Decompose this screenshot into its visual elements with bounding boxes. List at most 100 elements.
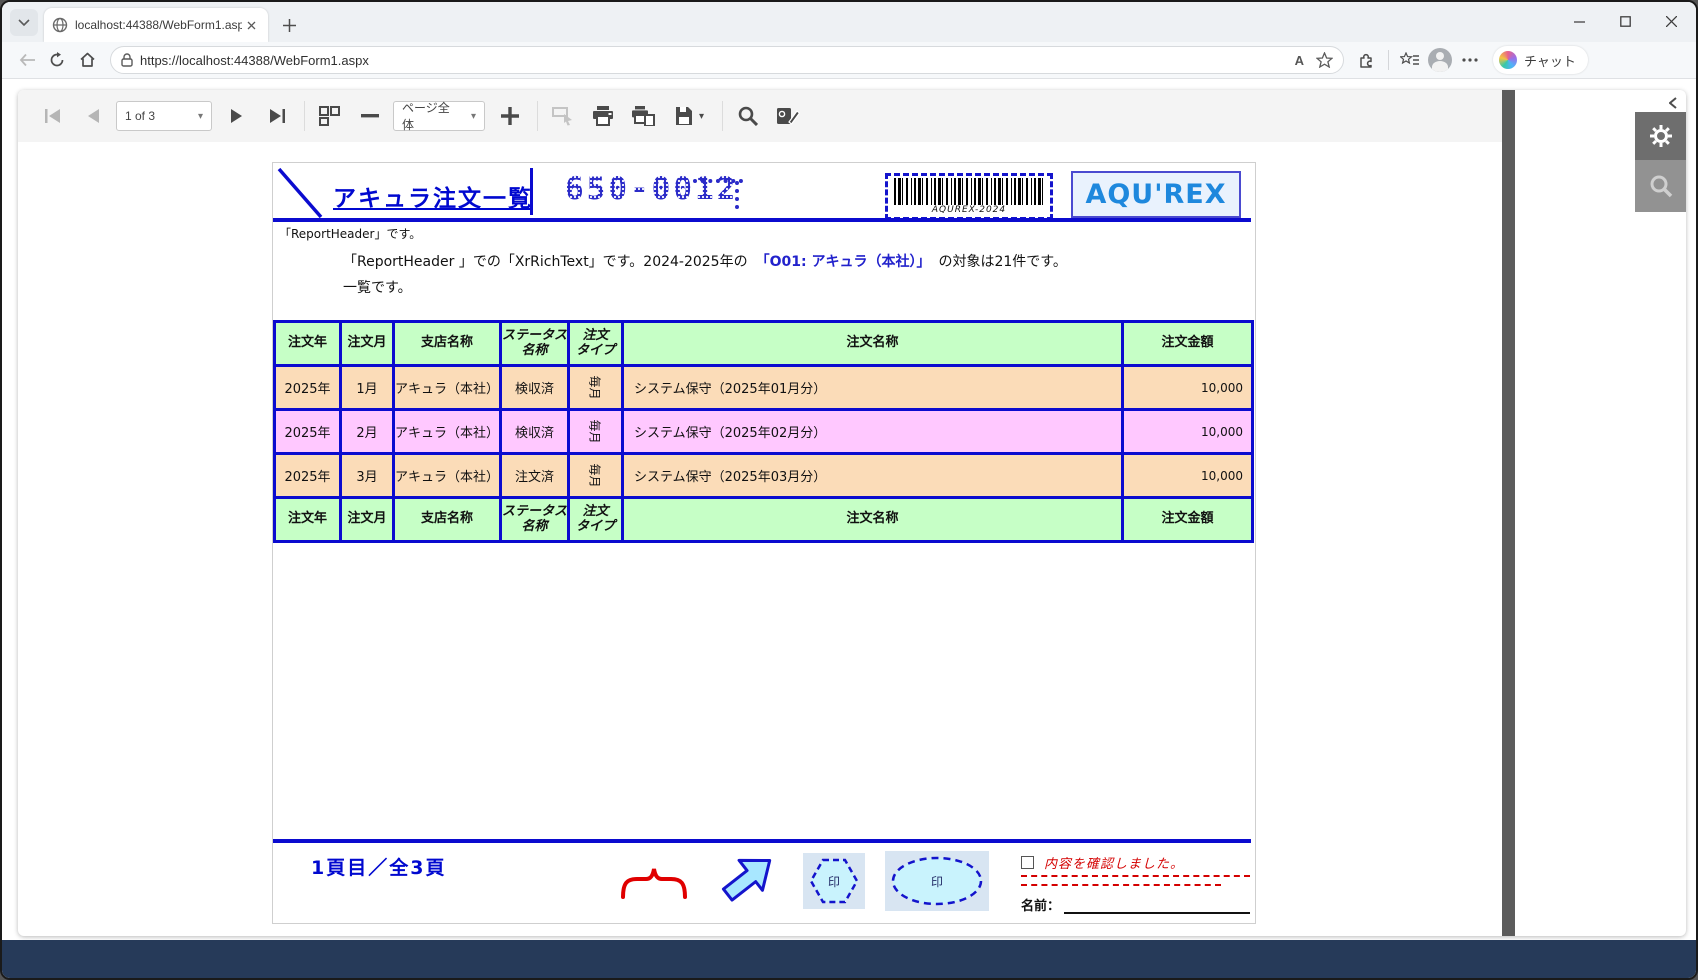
col-header-month: 注文月 [341, 322, 394, 366]
first-page-button[interactable] [36, 99, 70, 133]
confirmation-block: 内容を確認しました。 名前： [1021, 853, 1250, 914]
cell-year: 2025年 [275, 366, 341, 410]
stamp-label: 印 [931, 875, 943, 889]
minimize-button[interactable] [1556, 2, 1602, 40]
rich-text-post: の対象は21件です。 [938, 254, 1066, 270]
chevron-left-icon [1669, 97, 1677, 109]
report-title: アキュラ注文一覧 [333, 179, 533, 213]
address-bar[interactable]: https://localhost:44388/WebForm1.aspx A [110, 46, 1344, 74]
copilot-button[interactable]: チャット [1493, 46, 1588, 74]
extensions-button[interactable] [1352, 45, 1382, 75]
page-select[interactable]: 1 of 3 ▾ [116, 101, 212, 131]
name-label: 名前： [1021, 895, 1060, 914]
cell-amount: 10,000 [1123, 454, 1253, 498]
orders-table: 注文年 注文月 支店名称 ステータス 名称 注文 タイプ 注文名称 注文金額 2… [273, 320, 1254, 543]
maximize-icon [1620, 16, 1631, 27]
col-header-name: 注文名称 [623, 322, 1123, 366]
browser-tab[interactable]: localhost:44388/WebForm1.aspx [44, 8, 268, 42]
next-page-icon [230, 108, 244, 124]
brace-shape [618, 863, 690, 901]
tab-search-panel[interactable] [1635, 160, 1686, 212]
gear-icon [1649, 124, 1673, 148]
zoom-select[interactable]: ページ全体 ▾ [393, 101, 485, 131]
home-button[interactable] [72, 45, 102, 75]
copilot-label: チャット [1524, 51, 1576, 70]
dotted-line-vertical [735, 181, 739, 209]
star-list-icon [1400, 52, 1420, 68]
favorites-button[interactable] [1395, 45, 1425, 75]
checkbox [1021, 856, 1034, 869]
cell-type: 毎月 [569, 366, 623, 410]
tab-search-button[interactable] [10, 9, 38, 36]
zoom-out-button[interactable] [353, 99, 387, 133]
col-header-year: 注文年 [275, 498, 341, 542]
previous-page-button[interactable] [76, 99, 110, 133]
read-aloud-button[interactable]: A [1295, 53, 1304, 68]
cell-type: 毎月 [569, 454, 623, 498]
confirm-text: 内容を確認しました。 [1044, 853, 1184, 872]
hexagon-stamp-panel: 印 [803, 853, 865, 909]
diagonal-line-shape [275, 165, 325, 221]
profile-button[interactable] [1425, 45, 1455, 75]
col-header-status: ステータス 名称 [501, 498, 569, 542]
ellipse-stamp-panel: 印 [885, 851, 989, 911]
barcode: AQUREX-2024 [885, 173, 1053, 220]
col-header-branch: 支店名称 [394, 498, 501, 542]
globe-icon [52, 17, 68, 33]
chevron-down-icon [18, 19, 30, 27]
browser-navbar: https://localhost:44388/WebForm1.aspx A [2, 42, 1696, 79]
favorite-star-icon[interactable] [1316, 52, 1333, 68]
cell-branch: アキュラ（本社） [394, 410, 501, 454]
editing-fields-button[interactable] [771, 99, 805, 133]
rich-text-pre: 「ReportHeader 」での「XrRichText」です。2024-202… [343, 254, 748, 270]
zoom-in-button[interactable] [493, 99, 527, 133]
rich-text-highlight: 「O01: アキュラ（本社）」 [756, 254, 931, 270]
barcode-bars [894, 178, 1044, 205]
print-button[interactable] [586, 99, 620, 133]
company-logo: AQU'REX [1071, 171, 1241, 218]
close-window-button[interactable] [1648, 2, 1694, 40]
cell-name: システム保守（2025年02月分） [623, 410, 1123, 454]
arrow-shape [713, 846, 781, 908]
table-footer-header-row: 注文年 注文月 支店名称 ステータス 名称 注文 タイプ 注文名称 注文金額 [275, 498, 1253, 542]
cell-year: 2025年 [275, 454, 341, 498]
page-bottom-band [2, 940, 1696, 978]
more-menu-button[interactable] [1455, 45, 1485, 75]
search-icon [738, 106, 758, 126]
arrow-left-icon [19, 53, 36, 67]
print-page-button[interactable] [626, 99, 660, 133]
report-header-text: 「ReportHeader」です。 [279, 225, 421, 242]
highlight-editing-fields-button[interactable] [546, 99, 580, 133]
tab-close-button[interactable] [242, 16, 260, 34]
cell-name: システム保守（2025年01月分） [623, 366, 1123, 410]
cell-month: 1月 [341, 366, 394, 410]
browser-window: localhost:44388/WebForm1.aspx [0, 0, 1698, 980]
new-tab-button[interactable] [276, 12, 302, 38]
refresh-button[interactable] [42, 45, 72, 75]
selection-icon [552, 106, 574, 126]
cell-status: 検収済 [501, 410, 569, 454]
vertical-scrollbar[interactable] [1502, 90, 1515, 936]
panel-collapse-button[interactable] [1662, 94, 1684, 112]
back-button[interactable] [12, 45, 42, 75]
export-button[interactable]: ▾ [666, 99, 712, 133]
barcode-caption: AQUREX-2024 [894, 205, 1044, 215]
header-rule [273, 218, 1251, 222]
col-header-type: 注文 タイプ [569, 322, 623, 366]
footer-rule [273, 839, 1251, 843]
cell-status: 検収済 [501, 366, 569, 410]
maximize-button[interactable] [1602, 2, 1648, 40]
next-page-button[interactable] [220, 99, 254, 133]
plus-icon [501, 107, 519, 125]
printer-page-icon [631, 106, 655, 126]
last-page-button[interactable] [260, 99, 294, 133]
rotated-type-text: 毎月 [587, 419, 604, 443]
tab-export-options[interactable] [1635, 112, 1686, 160]
cell-branch: アキュラ（本社） [394, 454, 501, 498]
page-indicator: 1 of 3 [125, 109, 155, 123]
ellipsis-icon [1462, 58, 1478, 62]
search-button[interactable] [731, 99, 765, 133]
refresh-icon [49, 52, 65, 68]
multipage-view-button[interactable] [313, 99, 347, 133]
col-header-month: 注文月 [341, 498, 394, 542]
